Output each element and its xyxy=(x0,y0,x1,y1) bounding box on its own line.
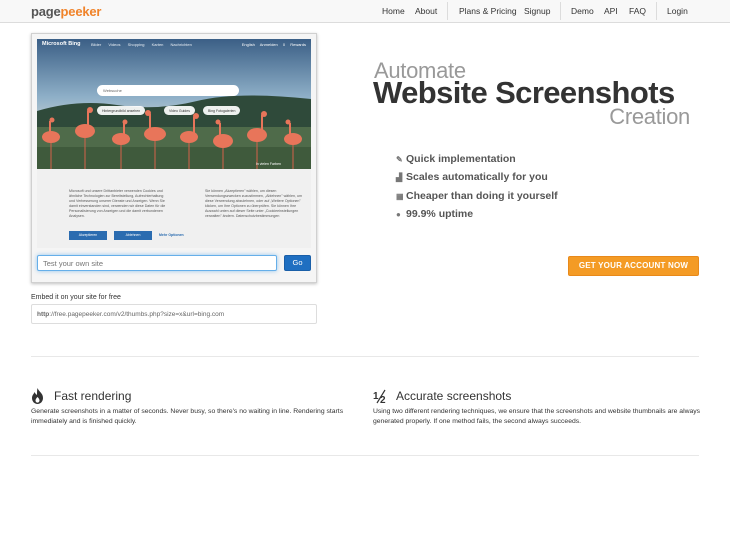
flame-icon-graphic xyxy=(32,388,43,404)
consent-reject-button: Ablehnen xyxy=(114,231,152,240)
nav-about[interactable]: About xyxy=(415,6,437,16)
feature-label: Quick implementation xyxy=(406,153,516,165)
feature-item: ● 99.9% uptime xyxy=(396,208,473,220)
bing-header: Microsoft Bing Bilder Videos Shopping Ka… xyxy=(37,39,311,51)
test-site-input[interactable] xyxy=(37,255,277,271)
nav-divider xyxy=(656,2,657,20)
site-logo[interactable]: pagepeeker xyxy=(31,4,101,19)
embed-code-url: ://free.pagepeeker.com/v2/thumbs.php?siz… xyxy=(49,311,225,318)
bing-nav-links: Bilder Videos Shopping Karten Nachrichte… xyxy=(91,41,192,47)
top-navbar: pagepeeker Home About Plans & Pricing Si… xyxy=(0,0,730,23)
fast-rendering-text: Generate screenshots in a matter of seco… xyxy=(31,408,344,425)
flame-icon xyxy=(31,388,44,407)
bing-pill: Bing Fotogalerien xyxy=(203,106,241,115)
feature-item: ▟ Scales automatically for you xyxy=(396,171,548,183)
nav-login[interactable]: Login xyxy=(667,6,688,16)
section-divider xyxy=(31,356,699,357)
consent-text-right: Sie können „Akzeptieren" wählen, um dies… xyxy=(205,189,302,218)
nav-divider xyxy=(447,2,448,20)
logo-text-page: page xyxy=(31,4,61,19)
ordered-list-icon-graphic: 12 xyxy=(373,389,386,406)
screenshot-preview-card: Microsoft Bing Bilder Videos Shopping Ka… xyxy=(31,33,317,283)
thumbnail-hero-image: Microsoft Bing Bilder Videos Shopping Ka… xyxy=(37,39,311,169)
get-account-button[interactable]: GET YOUR ACCOUNT NOW xyxy=(568,256,699,276)
bing-logo: Microsoft Bing xyxy=(42,41,81,47)
bing-pill: Hintergrundbild ansehen xyxy=(97,106,146,115)
pencil-icon: ✎ xyxy=(396,155,403,164)
nav-demo[interactable]: Demo xyxy=(571,6,594,16)
feature-label: Scales automatically for you xyxy=(406,171,548,183)
embed-code-protocol: http xyxy=(37,311,50,318)
flamingo-background-image xyxy=(37,39,311,169)
feature-label: 99.9% uptime xyxy=(406,208,474,220)
signal-icon: ▟ xyxy=(396,173,403,182)
bing-pill: Video Guides xyxy=(164,106,195,115)
consent-more-link: Mehr Optionen xyxy=(159,233,184,237)
nav-faq[interactable]: FAQ xyxy=(629,6,646,16)
go-button[interactable]: Go xyxy=(284,255,311,271)
image-caption: In vielen Farben xyxy=(255,162,281,166)
website-thumbnail: Microsoft Bing Bilder Videos Shopping Ka… xyxy=(37,39,311,248)
feature-item: ▦ Cheaper than doing it yourself xyxy=(396,190,558,202)
ordered-list-icon: 12 xyxy=(373,389,391,407)
check-circle-icon: ● xyxy=(396,210,401,219)
nav-home[interactable]: Home xyxy=(382,6,405,16)
bing-account-links: English Anmelden 0 Rewards xyxy=(241,41,306,47)
embed-label: Embed it on your site for free xyxy=(31,294,121,301)
nav-divider xyxy=(560,2,561,20)
grid-icon: ▦ xyxy=(396,192,404,201)
bing-search-box: Websuche xyxy=(97,85,239,96)
feature-label: Cheaper than doing it yourself xyxy=(406,190,558,202)
consent-accept-button: Akzeptieren xyxy=(69,231,107,240)
cookie-consent-panel: Microsoft und unsere Drittanbieter verwe… xyxy=(37,169,311,248)
nav-signup[interactable]: Signup xyxy=(524,6,550,16)
consent-text-left: Microsoft und unsere Drittanbieter verwe… xyxy=(69,189,166,218)
nav-plans-pricing[interactable]: Plans & Pricing xyxy=(459,6,517,16)
accurate-screenshots-text: Using two different rendering techniques… xyxy=(373,408,701,425)
logo-text-peeker: peeker xyxy=(60,4,102,19)
embed-code-field[interactable]: http://free.pagepeeker.com/v2/thumbs.php… xyxy=(31,304,317,324)
accurate-screenshots-title: Accurate screenshots xyxy=(396,389,512,403)
nav-api[interactable]: API xyxy=(604,6,618,16)
headline-creation: Creation xyxy=(609,104,690,129)
fast-rendering-title: Fast rendering xyxy=(54,389,132,403)
feature-item: ✎ Quick implementation xyxy=(396,153,516,165)
section-divider xyxy=(31,455,699,456)
